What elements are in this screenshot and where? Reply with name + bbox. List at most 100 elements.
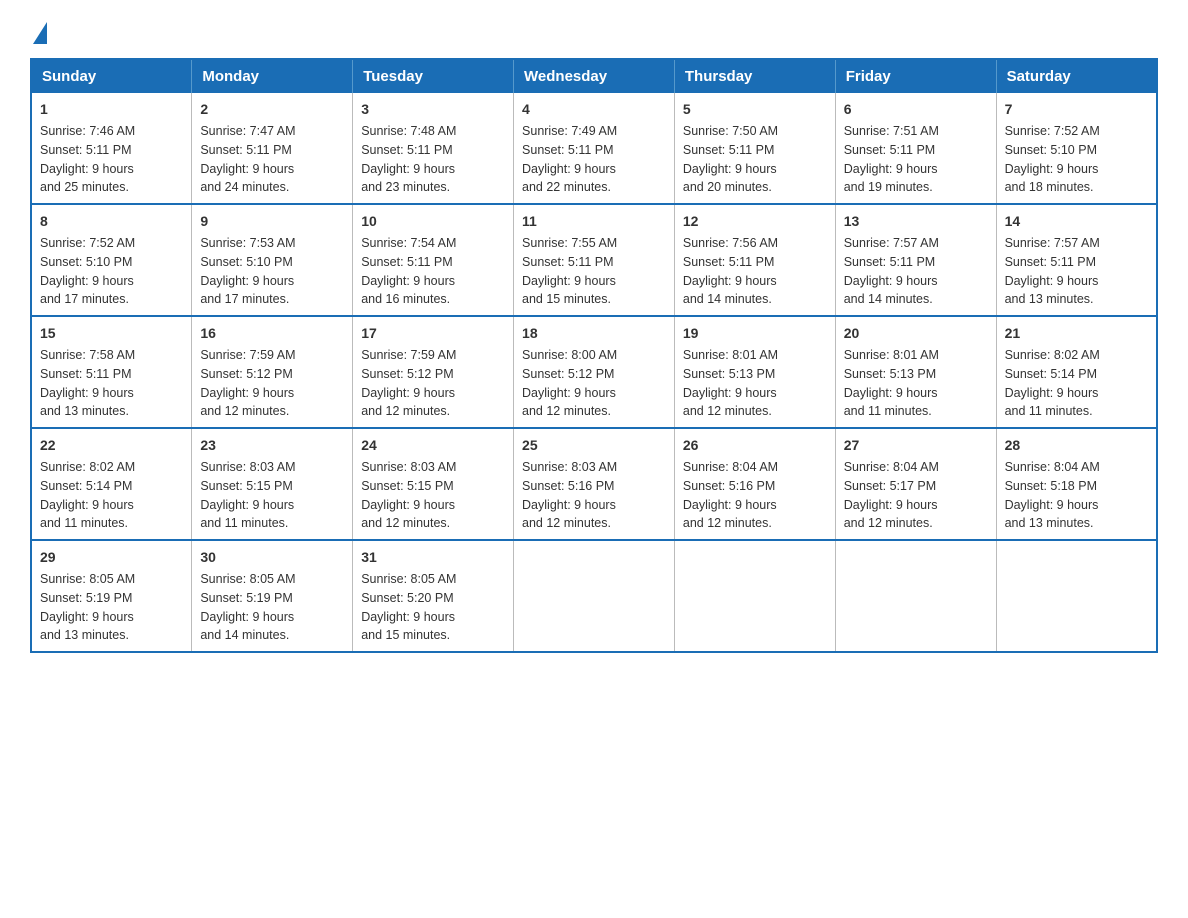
calendar-day-cell: 2 Sunrise: 7:47 AMSunset: 5:11 PMDayligh… (192, 93, 353, 204)
day-number: 24 (361, 435, 505, 456)
day-info: Sunrise: 7:57 AMSunset: 5:11 PMDaylight:… (844, 236, 939, 306)
calendar-day-cell: 25 Sunrise: 8:03 AMSunset: 5:16 PMDaylig… (514, 428, 675, 540)
day-info: Sunrise: 7:52 AMSunset: 5:10 PMDaylight:… (1005, 124, 1100, 194)
day-number: 14 (1005, 211, 1148, 232)
day-info: Sunrise: 8:00 AMSunset: 5:12 PMDaylight:… (522, 348, 617, 418)
day-info: Sunrise: 8:02 AMSunset: 5:14 PMDaylight:… (40, 460, 135, 530)
logo (30, 20, 50, 42)
day-number: 28 (1005, 435, 1148, 456)
day-number: 21 (1005, 323, 1148, 344)
day-info: Sunrise: 8:04 AMSunset: 5:18 PMDaylight:… (1005, 460, 1100, 530)
day-number: 7 (1005, 99, 1148, 120)
day-number: 4 (522, 99, 666, 120)
calendar-week-row: 29 Sunrise: 8:05 AMSunset: 5:19 PMDaylig… (31, 540, 1157, 652)
day-number: 29 (40, 547, 183, 568)
calendar-day-cell (996, 540, 1157, 652)
day-info: Sunrise: 8:05 AMSunset: 5:19 PMDaylight:… (40, 572, 135, 642)
day-info: Sunrise: 8:04 AMSunset: 5:16 PMDaylight:… (683, 460, 778, 530)
calendar-day-cell: 16 Sunrise: 7:59 AMSunset: 5:12 PMDaylig… (192, 316, 353, 428)
day-number: 31 (361, 547, 505, 568)
day-info: Sunrise: 8:05 AMSunset: 5:20 PMDaylight:… (361, 572, 456, 642)
day-number: 3 (361, 99, 505, 120)
calendar-header-row: SundayMondayTuesdayWednesdayThursdayFrid… (31, 59, 1157, 93)
calendar-day-cell: 27 Sunrise: 8:04 AMSunset: 5:17 PMDaylig… (835, 428, 996, 540)
day-info: Sunrise: 8:03 AMSunset: 5:15 PMDaylight:… (200, 460, 295, 530)
calendar-day-cell: 13 Sunrise: 7:57 AMSunset: 5:11 PMDaylig… (835, 204, 996, 316)
calendar-day-cell: 28 Sunrise: 8:04 AMSunset: 5:18 PMDaylig… (996, 428, 1157, 540)
calendar-day-cell: 1 Sunrise: 7:46 AMSunset: 5:11 PMDayligh… (31, 93, 192, 204)
day-number: 10 (361, 211, 505, 232)
day-info: Sunrise: 7:53 AMSunset: 5:10 PMDaylight:… (200, 236, 295, 306)
day-number: 27 (844, 435, 988, 456)
calendar-day-cell: 15 Sunrise: 7:58 AMSunset: 5:11 PMDaylig… (31, 316, 192, 428)
weekday-header-sunday: Sunday (31, 59, 192, 93)
weekday-header-friday: Friday (835, 59, 996, 93)
calendar-week-row: 22 Sunrise: 8:02 AMSunset: 5:14 PMDaylig… (31, 428, 1157, 540)
calendar-day-cell: 21 Sunrise: 8:02 AMSunset: 5:14 PMDaylig… (996, 316, 1157, 428)
day-number: 23 (200, 435, 344, 456)
calendar-day-cell (835, 540, 996, 652)
calendar-table: SundayMondayTuesdayWednesdayThursdayFrid… (30, 58, 1158, 653)
day-number: 5 (683, 99, 827, 120)
day-info: Sunrise: 8:03 AMSunset: 5:15 PMDaylight:… (361, 460, 456, 530)
day-info: Sunrise: 7:59 AMSunset: 5:12 PMDaylight:… (361, 348, 456, 418)
day-info: Sunrise: 7:48 AMSunset: 5:11 PMDaylight:… (361, 124, 456, 194)
day-number: 20 (844, 323, 988, 344)
day-info: Sunrise: 8:05 AMSunset: 5:19 PMDaylight:… (200, 572, 295, 642)
day-info: Sunrise: 7:55 AMSunset: 5:11 PMDaylight:… (522, 236, 617, 306)
day-info: Sunrise: 7:50 AMSunset: 5:11 PMDaylight:… (683, 124, 778, 194)
day-number: 18 (522, 323, 666, 344)
weekday-header-thursday: Thursday (674, 59, 835, 93)
calendar-day-cell: 24 Sunrise: 8:03 AMSunset: 5:15 PMDaylig… (353, 428, 514, 540)
calendar-week-row: 8 Sunrise: 7:52 AMSunset: 5:10 PMDayligh… (31, 204, 1157, 316)
calendar-day-cell: 7 Sunrise: 7:52 AMSunset: 5:10 PMDayligh… (996, 93, 1157, 204)
day-info: Sunrise: 7:49 AMSunset: 5:11 PMDaylight:… (522, 124, 617, 194)
day-info: Sunrise: 8:04 AMSunset: 5:17 PMDaylight:… (844, 460, 939, 530)
day-number: 16 (200, 323, 344, 344)
calendar-week-row: 15 Sunrise: 7:58 AMSunset: 5:11 PMDaylig… (31, 316, 1157, 428)
weekday-header-tuesday: Tuesday (353, 59, 514, 93)
calendar-day-cell: 4 Sunrise: 7:49 AMSunset: 5:11 PMDayligh… (514, 93, 675, 204)
calendar-day-cell: 19 Sunrise: 8:01 AMSunset: 5:13 PMDaylig… (674, 316, 835, 428)
day-number: 30 (200, 547, 344, 568)
calendar-day-cell: 14 Sunrise: 7:57 AMSunset: 5:11 PMDaylig… (996, 204, 1157, 316)
day-info: Sunrise: 7:56 AMSunset: 5:11 PMDaylight:… (683, 236, 778, 306)
calendar-day-cell: 26 Sunrise: 8:04 AMSunset: 5:16 PMDaylig… (674, 428, 835, 540)
day-info: Sunrise: 8:01 AMSunset: 5:13 PMDaylight:… (683, 348, 778, 418)
day-info: Sunrise: 8:01 AMSunset: 5:13 PMDaylight:… (844, 348, 939, 418)
calendar-day-cell: 3 Sunrise: 7:48 AMSunset: 5:11 PMDayligh… (353, 93, 514, 204)
day-number: 19 (683, 323, 827, 344)
day-number: 15 (40, 323, 183, 344)
day-info: Sunrise: 8:03 AMSunset: 5:16 PMDaylight:… (522, 460, 617, 530)
calendar-day-cell: 18 Sunrise: 8:00 AMSunset: 5:12 PMDaylig… (514, 316, 675, 428)
calendar-day-cell: 10 Sunrise: 7:54 AMSunset: 5:11 PMDaylig… (353, 204, 514, 316)
calendar-day-cell: 17 Sunrise: 7:59 AMSunset: 5:12 PMDaylig… (353, 316, 514, 428)
day-number: 12 (683, 211, 827, 232)
weekday-header-saturday: Saturday (996, 59, 1157, 93)
calendar-day-cell: 5 Sunrise: 7:50 AMSunset: 5:11 PMDayligh… (674, 93, 835, 204)
day-number: 1 (40, 99, 183, 120)
calendar-day-cell: 12 Sunrise: 7:56 AMSunset: 5:11 PMDaylig… (674, 204, 835, 316)
day-number: 6 (844, 99, 988, 120)
day-number: 9 (200, 211, 344, 232)
weekday-header-monday: Monday (192, 59, 353, 93)
day-info: Sunrise: 7:47 AMSunset: 5:11 PMDaylight:… (200, 124, 295, 194)
calendar-day-cell: 6 Sunrise: 7:51 AMSunset: 5:11 PMDayligh… (835, 93, 996, 204)
weekday-header-wednesday: Wednesday (514, 59, 675, 93)
day-number: 25 (522, 435, 666, 456)
day-number: 17 (361, 323, 505, 344)
calendar-day-cell (674, 540, 835, 652)
calendar-day-cell: 11 Sunrise: 7:55 AMSunset: 5:11 PMDaylig… (514, 204, 675, 316)
day-number: 2 (200, 99, 344, 120)
calendar-day-cell: 20 Sunrise: 8:01 AMSunset: 5:13 PMDaylig… (835, 316, 996, 428)
calendar-day-cell: 23 Sunrise: 8:03 AMSunset: 5:15 PMDaylig… (192, 428, 353, 540)
day-info: Sunrise: 8:02 AMSunset: 5:14 PMDaylight:… (1005, 348, 1100, 418)
day-info: Sunrise: 7:54 AMSunset: 5:11 PMDaylight:… (361, 236, 456, 306)
calendar-day-cell: 30 Sunrise: 8:05 AMSunset: 5:19 PMDaylig… (192, 540, 353, 652)
day-info: Sunrise: 7:52 AMSunset: 5:10 PMDaylight:… (40, 236, 135, 306)
day-number: 13 (844, 211, 988, 232)
calendar-day-cell: 22 Sunrise: 8:02 AMSunset: 5:14 PMDaylig… (31, 428, 192, 540)
day-info: Sunrise: 7:58 AMSunset: 5:11 PMDaylight:… (40, 348, 135, 418)
day-info: Sunrise: 7:51 AMSunset: 5:11 PMDaylight:… (844, 124, 939, 194)
calendar-week-row: 1 Sunrise: 7:46 AMSunset: 5:11 PMDayligh… (31, 93, 1157, 204)
